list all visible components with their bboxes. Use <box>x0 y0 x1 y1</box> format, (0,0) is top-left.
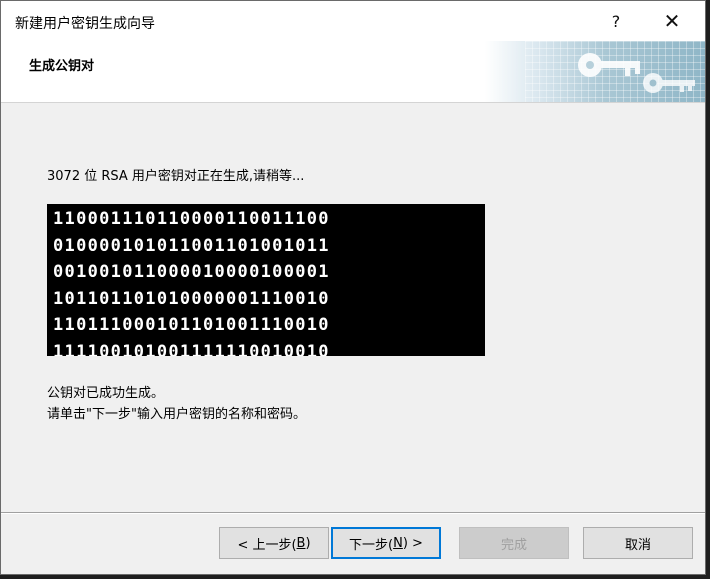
binary-line: 110111000101101001110010 <box>53 315 330 335</box>
instruction-text: 请单击"下一步"输入用户密钥的名称和密码。 <box>47 407 306 422</box>
binary-line: 010000101011001101001011 <box>53 235 330 256</box>
binary-line: 001001011000010000100001 <box>53 262 330 282</box>
wizard-content: 3072 位 RSA 用户密钥对正在生成,请稍等... 110001110110… <box>1 103 705 513</box>
wizard-header: 生成公钥对 <box>1 41 705 103</box>
close-button[interactable]: ✕ <box>649 1 695 41</box>
next-button[interactable]: 下一步(N) > <box>331 527 441 559</box>
help-button[interactable]: ? <box>593 1 639 41</box>
window-title: 新建用户密钥生成向导 <box>15 16 155 32</box>
banner-graphic <box>485 41 705 102</box>
footer-separator <box>1 512 705 514</box>
title-bar: 新建用户密钥生成向导 ? ✕ <box>1 1 705 41</box>
help-icon: ? <box>611 11 621 31</box>
success-text: 公钥对已成功生成。 <box>47 386 165 401</box>
key-icon <box>578 53 695 93</box>
page-title: 生成公钥对 <box>29 59 95 74</box>
close-icon: ✕ <box>663 9 681 33</box>
binary-line: 101101101010000001110010 <box>53 288 330 309</box>
random-data-display: 110001110110000110011100 010000101011001… <box>47 204 485 356</box>
back-button[interactable]: < 上一步(B) <box>219 527 329 559</box>
finish-button[interactable]: 完成 <box>459 527 569 559</box>
binary-line: 111100101001111110010010 <box>53 341 330 357</box>
key-generation-wizard-dialog: 新建用户密钥生成向导 ? ✕ 生成公钥对 3072 位 RSA 用户密钥对正在生… <box>0 0 706 575</box>
result-message: 公钥对已成功生成。 请单击"下一步"输入用户密钥的名称和密码。 <box>47 383 306 425</box>
generation-status-text: 3072 位 RSA 用户密钥对正在生成,请稍等... <box>47 169 305 184</box>
binary-line: 110001110110000110011100 <box>53 209 330 229</box>
cancel-button[interactable]: 取消 <box>583 527 693 559</box>
